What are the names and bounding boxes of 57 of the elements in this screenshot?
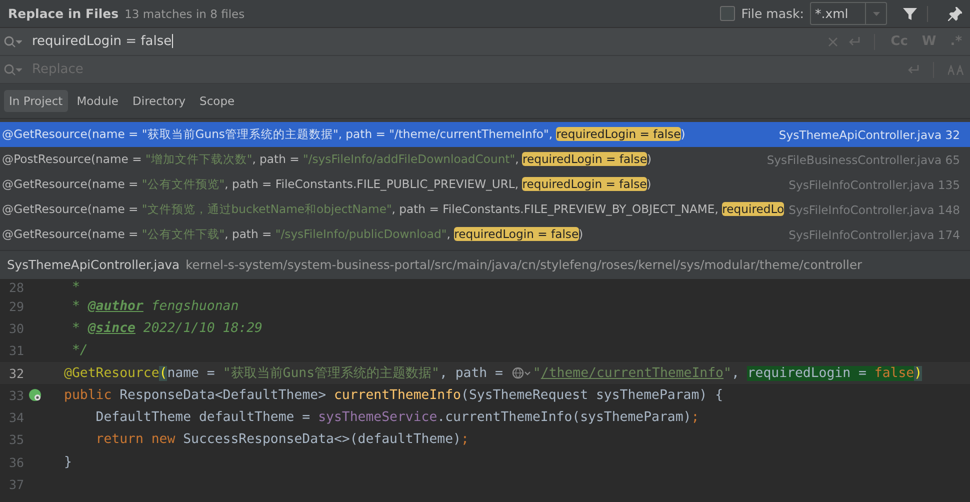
line-number: 30 — [8, 320, 24, 336]
line-number: 32 — [8, 366, 24, 381]
newline-icon[interactable] — [907, 64, 919, 75]
code-line: */ — [70, 343, 88, 358]
code-line: * @since 2022/1/10 18:29 — [70, 320, 263, 336]
code-line: public ResponseData<DefaultTheme> currentThemeInfo(SysThemeRequest sysThemeParam) { — [64, 388, 724, 403]
code-line: * @author fengshuonan — [70, 298, 239, 314]
line-number: 37 — [8, 477, 24, 492]
result-row[interactable]: @GetResource(name = "文件预览，通过bucketName和objectName", path = FileConstants.FILE_PREVIEW_BY_OBJECT_NAME, requiredLo SysFileInfoController.java 148 — [0, 197, 970, 222]
result-file: SysThemeApiController.java 32 — [778, 128, 960, 142]
code-line: } — [64, 454, 72, 470]
scope-tab[interactable]: Directory — [128, 90, 191, 112]
line-number: 34 — [8, 410, 24, 426]
code-line: DefaultTheme defaultTheme = sysThemeService.currentThemeInfo(sysThemeParam); — [94, 410, 700, 426]
scope-tab[interactable]: Module — [72, 90, 124, 112]
line-number: 29 — [8, 298, 24, 314]
bean-icon[interactable] — [28, 388, 42, 402]
result-row[interactable]: @GetResource(name = "公有文件下载", path = "/sysFileInfo/publicDownload", requiredLogin = false) SysFileInfoController.java 174 — [0, 222, 970, 247]
result-file: SysFileBusinessController.java 65 — [766, 152, 960, 166]
file-name: SysThemeApiController.java — [7, 258, 180, 272]
code-line: * — [70, 280, 80, 294]
search-field[interactable]: requiredLogin = false — [32, 34, 818, 49]
file-mask-checkbox[interactable] — [720, 6, 736, 21]
line-number: 33 — [8, 388, 24, 403]
line-number: 31 — [8, 343, 24, 358]
code-line: @GetResource(name = "获取当前Guns管理系统的主题数据", path = "/theme/currentThemeInfo", requiredLogin = false) — [64, 364, 922, 382]
result-code: @GetResource(name = "公有文件下载", path = "/sysFileInfo/publicDownload", requiredLogin = false) — [2, 227, 584, 242]
dialog-title: Replace in Files — [8, 6, 119, 21]
preserve-case-icon[interactable] — [948, 64, 964, 74]
result-code: @GetResource(name = "文件预览，通过bucketName和objectName", path = FileConstants.FILE_PREVIEW_BY_OBJECT_NAME, requiredLo — [2, 202, 784, 217]
match-summary: 13 matches in 8 files — [124, 6, 245, 20]
search-icon[interactable] — [4, 64, 22, 76]
result-file: SysFileInfoController.java 135 — [788, 178, 960, 192]
code-line: return new SuccessResponseData<>(defaultTheme); — [94, 432, 469, 448]
result-file: SysFileInfoController.java 174 — [788, 228, 960, 242]
file-path: kernel-s-system/system-business-portal/src/main/java/cn/stylefeng/roses/kernel/sys/modular/theme/controller — [186, 258, 862, 272]
dropdown-icon — [872, 12, 880, 16]
result-code: @PostResource(name = "增加文件下载次数", path = "/sysFileInfo/addFileDownloadCount", requiredLogin = false) — [2, 152, 652, 167]
result-row[interactable]: @GetResource(name = "公有文件预览", path = FileConstants.FILE_PUBLIC_PREVIEW_URL, requiredLogin = false) SysFileInfoController.java 135 — [0, 172, 970, 197]
file-mask-label: File mask: — [741, 6, 804, 21]
newline-icon[interactable] — [848, 36, 860, 47]
clear-icon[interactable] — [828, 36, 838, 46]
file-mask-field[interactable]: *.xml — [810, 2, 887, 25]
filter-icon[interactable] — [903, 6, 917, 20]
result-row[interactable]: @PostResource(name = "增加文件下载次数", path = "/sysFileInfo/addFileDownloadCount", requiredLogin = false) SysFileBusinessController.java 65 — [0, 147, 970, 172]
result-code: @GetResource(name = "获取当前Guns管理系统的主题数据", path = "/theme/currentThemeInfo", requiredLogin = false) — [2, 127, 686, 142]
globe-icon[interactable] — [512, 367, 532, 380]
result-file: SysFileInfoController.java 148 — [788, 202, 960, 216]
result-row[interactable]: @GetResource(name = "获取当前Guns管理系统的主题数据", path = "/theme/currentThemeInfo", requiredLogin = false) SysThemeApiController.java 32 — [0, 122, 970, 147]
line-number: 35 — [8, 432, 24, 448]
search-icon[interactable] — [4, 36, 22, 48]
line-number: 28 — [8, 280, 24, 294]
result-code: @GetResource(name = "公有文件预览", path = FileConstants.FILE_PUBLIC_PREVIEW_URL, requiredLogin = false) — [2, 177, 652, 192]
scope-tab[interactable]: In Project — [4, 90, 68, 112]
pin-icon[interactable] — [948, 6, 962, 20]
line-number: 36 — [8, 454, 24, 470]
scope-tab[interactable]: Scope — [194, 90, 240, 112]
